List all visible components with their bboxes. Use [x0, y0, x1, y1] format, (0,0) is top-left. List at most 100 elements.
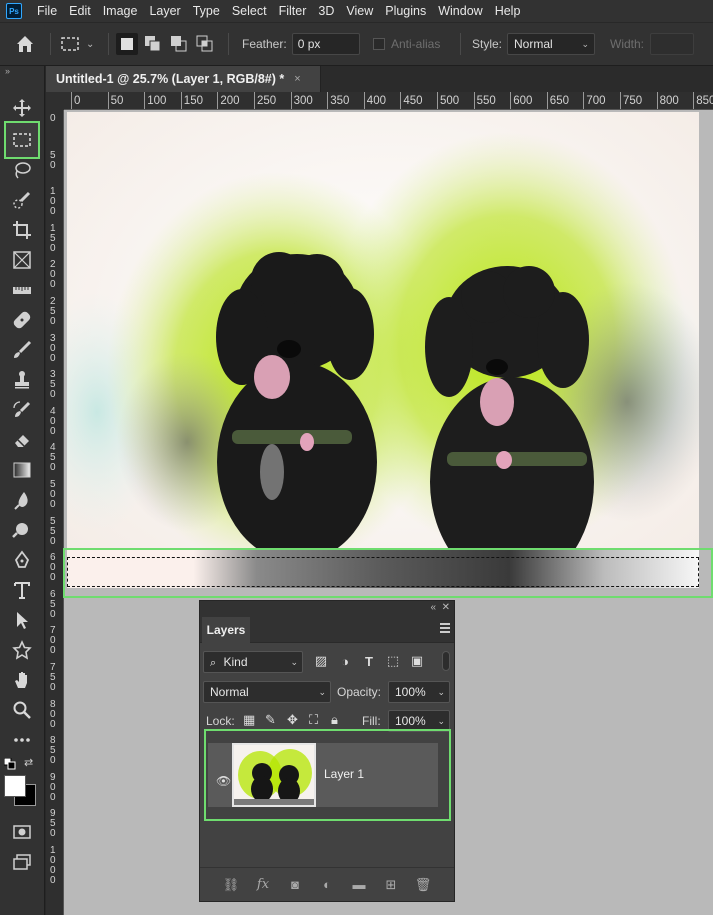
filter-toggle[interactable] [442, 651, 450, 671]
width-input[interactable] [650, 33, 695, 55]
close-panel-icon[interactable]: ✕ [442, 601, 450, 615]
screen-mode-icon [13, 854, 31, 870]
menu-help[interactable]: Help [489, 0, 527, 22]
style-select-value: Normal [514, 37, 553, 51]
menu-type[interactable]: Type [187, 0, 226, 22]
kind-filter-select[interactable]: ⌕ Kind ⌄ [203, 651, 303, 673]
ruler-tick [656, 92, 658, 109]
intersect-selection-button[interactable] [194, 33, 216, 55]
home-button[interactable] [14, 23, 36, 65]
lock-all-icon[interactable]: 🔒︎ [331, 712, 338, 728]
menu-edit[interactable]: Edit [63, 0, 97, 22]
ruler-label: 8 5 0 [50, 735, 56, 767]
menu-image[interactable]: Image [97, 0, 144, 22]
lock-artboard-icon[interactable]: ⛶ [309, 712, 318, 728]
new-selection-button[interactable] [116, 33, 138, 55]
menu-window[interactable]: Window [432, 0, 488, 22]
type-tool[interactable] [6, 576, 38, 604]
blend-mode-value: Normal [210, 685, 249, 699]
crop-tool[interactable] [6, 216, 38, 244]
ruler-tick [546, 92, 548, 109]
hand-tool[interactable] [6, 666, 38, 694]
menu-view[interactable]: View [340, 0, 379, 22]
menu-3d[interactable]: 3D [312, 0, 340, 22]
menu-layer[interactable]: Layer [143, 0, 186, 22]
dodge-tool[interactable] [6, 516, 38, 544]
lock-position-icon[interactable]: ✥ [287, 712, 298, 728]
opacity-value: 100% [395, 685, 426, 699]
blend-mode-select[interactable]: Normal ⌄ [203, 681, 331, 703]
shape-layer-filter-icon[interactable]: ⬚ [384, 652, 402, 670]
search-icon: ⌕ [210, 657, 217, 669]
lock-image-pixels-icon[interactable]: ✎ [265, 712, 276, 728]
trash-icon[interactable]: 🗑︎ [414, 876, 432, 894]
menu-file[interactable]: File [31, 0, 63, 22]
gradient-tool[interactable] [6, 456, 38, 484]
add-to-selection-button[interactable] [142, 33, 164, 55]
adjustment-layer-icon[interactable]: ◐ [318, 876, 336, 894]
type-layer-filter-icon[interactable]: T [360, 652, 378, 670]
chevron-down-icon: ⌄ [437, 687, 445, 697]
blur-tool[interactable] [6, 486, 38, 514]
kind-filter-value: Kind [223, 655, 248, 669]
close-icon[interactable]: × [294, 73, 300, 85]
menu-filter[interactable]: Filter [273, 0, 313, 22]
ruler-label: 850 [696, 95, 713, 107]
default-colors-icon[interactable] [4, 758, 16, 770]
tab-strip [321, 66, 713, 92]
adjustment-layer-filter-icon[interactable]: ◑ [336, 652, 354, 670]
add-selection-icon [145, 36, 161, 52]
new-layer-icon[interactable]: ⊞ [382, 876, 400, 894]
add-mask-icon[interactable]: ◙ [286, 876, 304, 894]
zoom-tool[interactable] [6, 696, 38, 724]
feather-input[interactable]: 0 px [291, 33, 360, 55]
path-selection-tool[interactable] [6, 606, 38, 634]
rectangular-marquee-tool[interactable] [4, 121, 40, 159]
eraser-tool[interactable] [6, 426, 38, 454]
move-tool[interactable] [6, 94, 38, 122]
document-tab[interactable]: Untitled-1 @ 25.7% (Layer 1, RGB/8#) * × [46, 66, 321, 92]
tab-layers[interactable]: Layers [202, 617, 250, 643]
opacity-input[interactable]: 100% ⌄ [388, 681, 450, 703]
smart-object-filter-icon[interactable]: ▣ [408, 652, 426, 670]
history-brush-tool[interactable] [6, 396, 38, 424]
style-select[interactable]: Normal ⌄ [507, 33, 596, 55]
quick-selection-tool[interactable] [6, 186, 38, 214]
new-group-icon[interactable]: ▬ [350, 876, 368, 894]
foreground-color-swatch[interactable] [4, 775, 26, 797]
menu-select[interactable]: Select [226, 0, 273, 22]
document-canvas[interactable] [67, 112, 699, 588]
ruler-label: 650 [549, 95, 569, 107]
custom-shape-tool[interactable] [6, 636, 38, 664]
healing-brush-tool[interactable] [6, 306, 38, 334]
swap-colors-icon[interactable]: ⇄ [24, 756, 33, 769]
fx-icon[interactable]: fx [254, 876, 272, 894]
type-icon [14, 582, 30, 599]
lock-transparent-pixels-icon[interactable]: ▦ [243, 712, 255, 728]
ruler-tick [363, 92, 365, 109]
selection-highlight [63, 548, 713, 598]
quick-mask-icon [13, 825, 31, 839]
edit-toolbar-button[interactable] [6, 726, 38, 754]
screen-mode-button[interactable] [6, 848, 38, 876]
collapse-panel-icon[interactable]: « [430, 601, 436, 615]
menu-plugins[interactable]: Plugins [379, 0, 432, 22]
divider [50, 33, 51, 55]
brush-tool[interactable] [6, 336, 38, 364]
frame-tool[interactable] [6, 246, 38, 274]
pixel-layer-filter-icon[interactable]: ▨ [312, 652, 330, 670]
link-layers-icon[interactable]: ⛓ [222, 876, 240, 894]
panel-menu-icon[interactable] [440, 623, 450, 633]
collapse-panel-icon[interactable]: ›› [5, 66, 10, 76]
anti-alias-checkbox[interactable] [373, 38, 385, 50]
width-label: Width: [610, 37, 645, 51]
tool-preset-picker[interactable]: ⌄ [60, 23, 94, 65]
bandage-icon [13, 311, 31, 329]
subtract-from-selection-button[interactable] [168, 33, 190, 55]
quick-mask-button[interactable] [6, 818, 38, 846]
more-dots-icon [14, 738, 30, 742]
pen-tool[interactable] [6, 546, 38, 574]
ruler-tool[interactable] [6, 276, 38, 304]
lasso-tool[interactable] [6, 156, 38, 184]
clone-stamp-tool[interactable] [6, 366, 38, 394]
